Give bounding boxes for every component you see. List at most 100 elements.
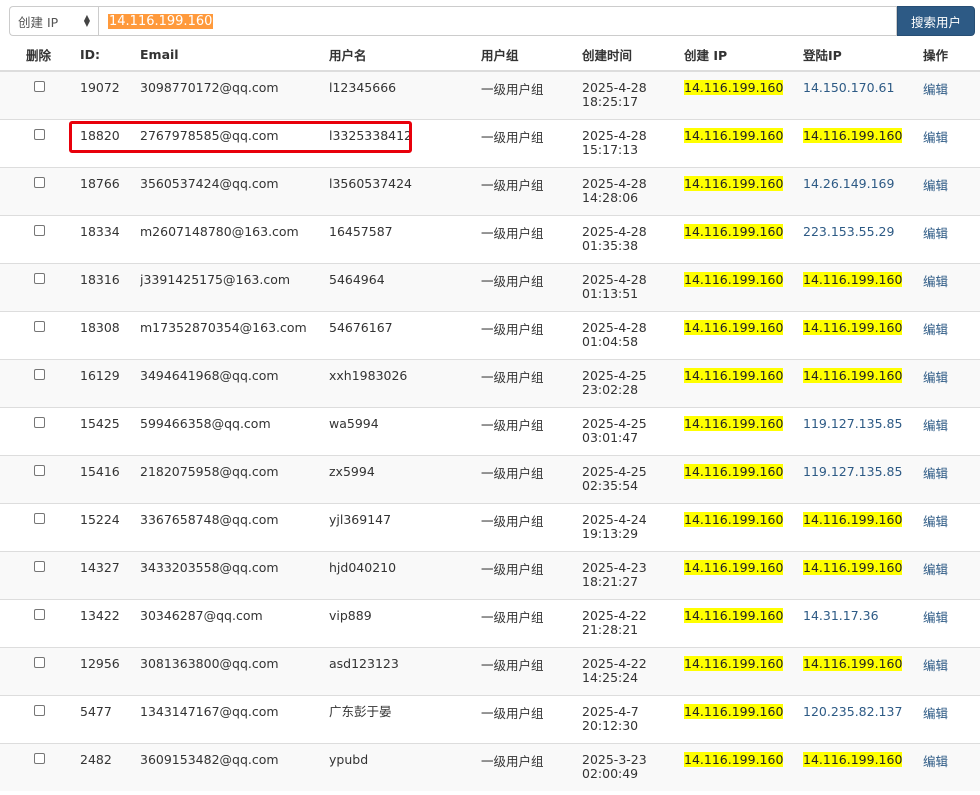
cell-created-time: 2025-4-28 14:28:06 <box>582 167 684 215</box>
cell-id: 15425 <box>80 415 120 431</box>
cell-created-time: 2025-4-24 19:13:29 <box>582 503 684 551</box>
cell-delete <box>0 647 80 695</box>
edit-link[interactable]: 编辑 <box>923 754 948 769</box>
cell-created-time: 2025-3-23 02:00:49 <box>582 743 684 791</box>
cell-id: 18820 <box>80 127 120 143</box>
delete-checkbox[interactable] <box>34 272 45 284</box>
cell-id: 19072 <box>80 80 120 95</box>
cell-username: l3325338412 <box>329 127 413 143</box>
cell-group: 一级用户组 <box>481 225 544 241</box>
cell-group: 一级用户组 <box>481 129 544 145</box>
users-table: 删除 ID: Email 用户名 用户组 创建时间 创建 IP 登陆IP 操作 … <box>0 38 980 791</box>
edit-link[interactable]: 编辑 <box>923 466 948 481</box>
table-row: 15416 2182075958@qq.com zx5994 一级用户组 2025-4-… <box>0 455 980 503</box>
cell-create-ip: 14.116.199.160 <box>684 71 803 119</box>
delete-checkbox[interactable] <box>34 176 45 188</box>
cell-action: 编辑 <box>923 167 980 215</box>
created-clock: 18:21:27 <box>582 573 639 589</box>
delete-checkbox[interactable] <box>34 560 45 572</box>
cell-group: 一级用户组 <box>481 177 544 193</box>
cell-username: l12345666 <box>329 80 397 95</box>
header-id: ID: <box>80 38 140 72</box>
cell-email: j3391425175@163.com <box>140 271 291 287</box>
delete-checkbox[interactable] <box>34 128 45 140</box>
edit-link[interactable]: 编辑 <box>923 418 948 433</box>
cell-login-ip: 14.116.199.160 <box>803 503 923 551</box>
created-clock: 03:01:47 <box>582 429 639 445</box>
edit-link[interactable]: 编辑 <box>923 178 948 193</box>
cell-create-ip: 14.116.199.160 <box>684 743 803 791</box>
created-date: 2025-4-25 <box>582 367 647 383</box>
cell-username: xxh1983026 <box>329 367 408 383</box>
edit-link[interactable]: 编辑 <box>923 706 948 721</box>
table-row: 18316 j3391425175@163.com 5464964 一级用户组 2025… <box>0 263 980 311</box>
delete-checkbox[interactable] <box>34 464 45 476</box>
login-ip-text: 14.116.199.160 <box>803 511 903 527</box>
cell-group: 一级用户组 <box>481 465 544 481</box>
create-ip-text: 14.116.199.160 <box>684 607 784 623</box>
cell-login-ip: 223.153.55.29 <box>803 215 923 263</box>
edit-link[interactable]: 编辑 <box>923 370 948 385</box>
edit-link[interactable]: 编辑 <box>923 130 948 145</box>
edit-link[interactable]: 编辑 <box>923 562 948 577</box>
cell-delete <box>0 311 80 359</box>
delete-checkbox[interactable] <box>34 224 45 236</box>
edit-link[interactable]: 编辑 <box>923 610 948 625</box>
create-ip-text: 14.116.199.160 <box>684 703 784 719</box>
cell-id: 18766 <box>80 175 120 191</box>
created-date: 2025-4-7 <box>582 703 639 719</box>
login-ip-text: 14.116.199.160 <box>803 127 903 143</box>
delete-checkbox[interactable] <box>34 512 45 524</box>
cell-login-ip: 14.116.199.160 <box>803 119 923 167</box>
search-input[interactable]: 14.116.199.160 <box>98 6 897 36</box>
created-date: 2025-4-25 <box>582 415 647 431</box>
delete-checkbox[interactable] <box>34 608 45 620</box>
create-ip-text: 14.116.199.160 <box>684 223 784 239</box>
select-arrows-icon: ▲ ▼ <box>83 13 90 28</box>
delete-checkbox[interactable] <box>34 704 45 716</box>
created-date: 2025-3-23 <box>582 751 647 767</box>
table-row: 12956 3081363800@qq.com asd123123 一级用户组 2025… <box>0 647 980 695</box>
created-date: 2025-4-28 <box>582 223 647 239</box>
cell-username: asd123123 <box>329 655 399 671</box>
delete-checkbox[interactable] <box>34 656 45 668</box>
cell-id: 12956 <box>80 655 120 671</box>
cell-username: wa5994 <box>329 415 379 431</box>
created-clock: 19:13:29 <box>582 525 639 541</box>
cell-group: 一级用户组 <box>481 369 544 385</box>
edit-link[interactable]: 编辑 <box>923 226 948 241</box>
cell-create-ip: 14.116.199.160 <box>684 167 803 215</box>
cell-action: 编辑 <box>923 743 980 791</box>
cell-action: 编辑 <box>923 551 980 599</box>
created-date: 2025-4-23 <box>582 559 647 575</box>
cell-login-ip: 14.31.17.36 <box>803 599 923 647</box>
delete-checkbox[interactable] <box>34 752 45 764</box>
create-ip-text: 14.116.199.160 <box>684 367 784 383</box>
cell-create-ip: 14.116.199.160 <box>684 215 803 263</box>
search-users-button[interactable]: 搜索用户 <box>897 6 975 36</box>
delete-checkbox[interactable] <box>34 416 45 428</box>
login-ip-text: 14.150.170.61 <box>803 80 895 95</box>
delete-checkbox[interactable] <box>34 368 45 380</box>
cell-delete <box>0 551 80 599</box>
edit-link[interactable]: 编辑 <box>923 322 948 337</box>
header-login-ip: 登陆IP <box>803 38 923 72</box>
login-ip-text: 14.31.17.36 <box>803 607 879 623</box>
cell-email: 2182075958@qq.com <box>140 463 279 479</box>
delete-checkbox[interactable] <box>34 320 45 332</box>
cell-created-time: 2025-4-28 01:13:51 <box>582 263 684 311</box>
cell-id: 2482 <box>80 751 112 767</box>
created-clock: 01:35:38 <box>582 237 639 253</box>
search-field-select[interactable]: 创建 IP ▲ ▼ <box>9 6 98 36</box>
cell-group: 一级用户组 <box>481 657 544 673</box>
edit-link[interactable]: 编辑 <box>923 514 948 529</box>
cell-email: m2607148780@163.com <box>140 223 299 239</box>
edit-link[interactable]: 编辑 <box>923 274 948 289</box>
edit-link[interactable]: 编辑 <box>923 82 948 97</box>
edit-link[interactable]: 编辑 <box>923 658 948 673</box>
cell-group: 一级用户组 <box>481 561 544 577</box>
cell-action: 编辑 <box>923 311 980 359</box>
cell-login-ip: 14.116.199.160 <box>803 551 923 599</box>
delete-checkbox[interactable] <box>34 81 45 92</box>
table-row: 16129 3494641968@qq.com xxh1983026 一级用户组 202… <box>0 359 980 407</box>
